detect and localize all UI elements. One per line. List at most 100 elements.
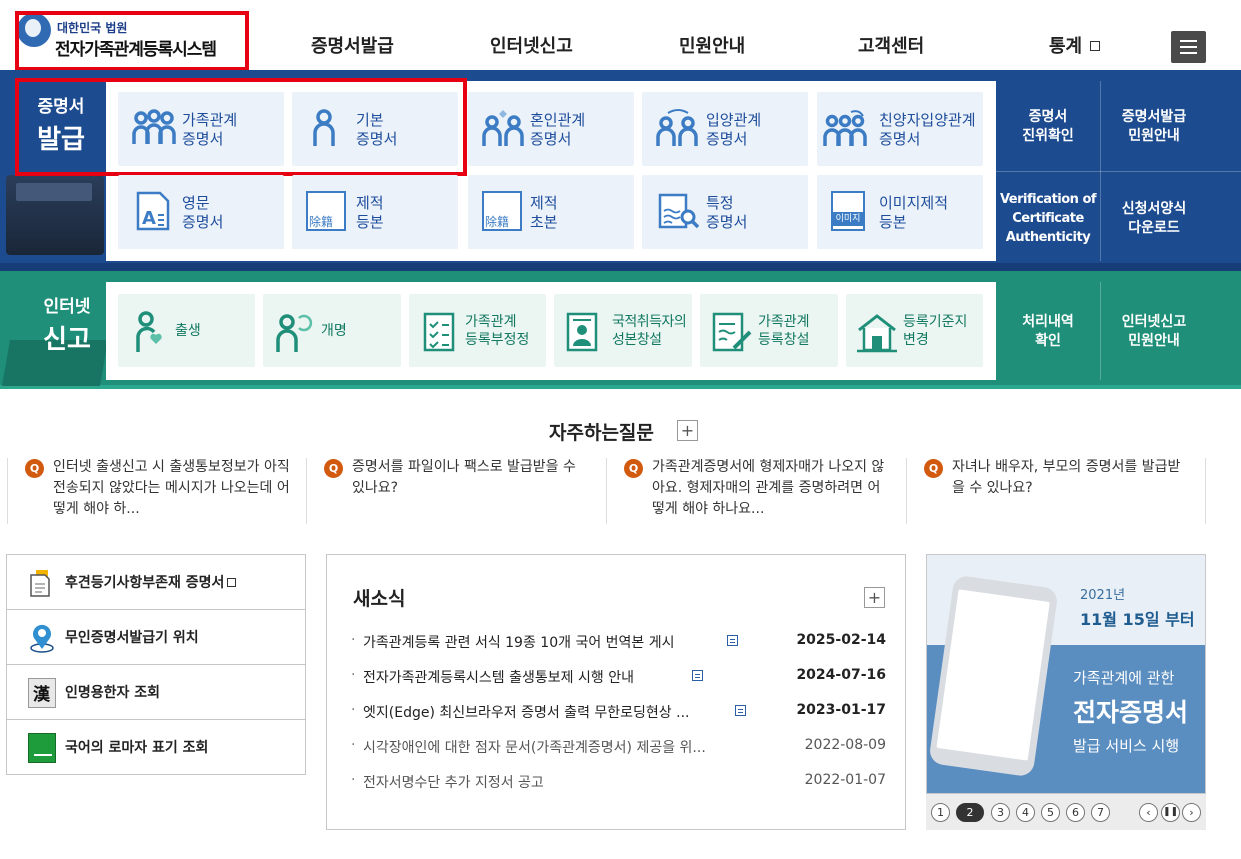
card-adoption-certificate[interactable]: 입양관계 증명서	[642, 92, 808, 166]
link-line1: 증명서발급	[1121, 109, 1187, 125]
banner-next-button[interactable]: ›	[1182, 803, 1201, 822]
banner-page-2[interactable]: 2	[956, 803, 984, 822]
issue-civil-guide-link[interactable]: 증명서발급 민원안내	[1101, 108, 1207, 146]
attachment-icon	[735, 705, 746, 716]
verification-english-link[interactable]: Verification of Certificate Authenticity	[996, 190, 1100, 247]
quick-link-kiosk-location[interactable]: 무인증명서발급기 위치	[7, 610, 305, 665]
card-birth-report[interactable]: 출생	[118, 294, 255, 367]
card-label-line1: 국적취득자의	[612, 314, 687, 330]
quick-link-text: 후견등기사항부존재 증명서	[65, 575, 225, 591]
banner-date: 11월 15일 부터	[1080, 610, 1195, 629]
register-badge: 除籍	[485, 215, 510, 229]
banner-page-1[interactable]: 1	[931, 803, 950, 822]
e-certificate-banner[interactable]: 2021년 11월 15일 부터 가족관계에 관한 전자증명서 발급 서비스 시…	[926, 554, 1206, 794]
banner-page-6[interactable]: 6	[1066, 803, 1085, 822]
banner-pause-button[interactable]: ❚❚	[1161, 803, 1180, 822]
news-item[interactable]: · 시각장애인에 대한 점자 문서(가족관계증명서) 제공을 위... 2022…	[351, 737, 886, 759]
news-more-button[interactable]: +	[864, 587, 885, 608]
form-download-link[interactable]: 신청서양식 다운로드	[1101, 200, 1207, 238]
banner-page-7[interactable]: 7	[1091, 803, 1110, 822]
process-history-link[interactable]: 처리내역 확인	[996, 313, 1100, 351]
card-registry-base-change[interactable]: 등록기준지 변경	[846, 294, 983, 367]
news-item[interactable]: · 가족관계등록 관련 서식 19종 10개 국어 번역본 게시 2025-02…	[351, 632, 886, 654]
link-line2: 확인	[1035, 333, 1061, 349]
card-label-line2: 등록부정정	[465, 332, 530, 348]
card-english-certificate[interactable]: A 영문 증명서	[118, 175, 284, 249]
card-label-line2: 등본	[356, 213, 384, 231]
faq-question: 인터넷 출생신고 시 출생통보정보가 아직 전송되지 않았다는 메시지가 나오는…	[53, 459, 290, 517]
quick-link-label: 무인증명서발급기 위치	[65, 630, 199, 646]
faq-item[interactable]: Q 인터넷 출생신고 시 출생통보정보가 아직 전송되지 않았다는 메시지가 나…	[7, 456, 307, 524]
banner-page-5[interactable]: 5	[1041, 803, 1060, 822]
card-image-register-copy[interactable]: 이미지 이미지제적 등본	[817, 175, 983, 249]
card-label-line1: 입양관계	[706, 111, 762, 129]
card-name-change-report[interactable]: 개명	[263, 294, 401, 367]
id-card-icon	[566, 312, 598, 352]
news-item[interactable]: · 엣지(Edge) 최신브라우저 증명서 출력 무한로딩현상 ... 2023…	[351, 702, 886, 724]
internet-report-title: 인터넷 신고	[43, 297, 91, 355]
nav-civil-guide[interactable]: 민원안내	[679, 32, 745, 58]
nav-internet-report[interactable]: 인터넷신고	[490, 32, 573, 58]
couple-heart-icon	[482, 110, 524, 146]
news-item[interactable]: · 전자가족관계등록시스템 출생통보제 시행 안내 2024-07-16	[351, 667, 886, 689]
quick-link-label: 인명용한자 조회	[65, 685, 161, 701]
faq-item[interactable]: Q 가족관계증명서에 형제자매가 나오지 않아요. 형제자매의 관계를 증명하려…	[606, 456, 906, 524]
card-label-line2: 초본	[530, 213, 558, 231]
attachment-icon	[692, 670, 703, 681]
bullet: ·	[351, 737, 356, 753]
house-icon	[857, 314, 897, 353]
news-box: 새소식 + · 가족관계등록 관련 서식 19종 10개 국어 번역본 게시 2…	[326, 554, 906, 830]
banner-line3: 발급 서비스 시행	[1073, 737, 1180, 755]
nav-customer-center[interactable]: 고객센터	[858, 32, 924, 58]
nav-statistics-label: 통계	[1049, 36, 1083, 57]
site-header: 대한민국 법원 전자가족관계등록시스템 증명서발급 인터넷신고 민원안내 고객센…	[0, 0, 1241, 71]
card-specific-certificate[interactable]: 특정 증명서	[642, 175, 808, 249]
quick-links-box: 후견등기사항부존재 증명서 무인증명서발급기 위치 漢 인명용한자 조회 국어의…	[6, 554, 306, 775]
report-civil-guide-link[interactable]: 인터넷신고 민원안내	[1101, 313, 1207, 351]
card-register-correction[interactable]: 가족관계등록부정정	[409, 294, 546, 367]
card-label-line2: 증명서	[706, 213, 748, 231]
checklist-icon	[423, 312, 455, 352]
search-document-icon	[658, 193, 700, 229]
card-naturalized-surname-creation[interactable]: 국적취득자의 성본창설	[554, 294, 692, 367]
link-line1: 신청서양식	[1121, 201, 1187, 217]
faq-item[interactable]: Q 증명서를 파일이나 팩스로 발급받을 수 있나요?	[306, 456, 606, 524]
link-line2: 진위확인	[1022, 128, 1074, 144]
card-label-line1: 특정	[706, 194, 734, 212]
faq-item[interactable]: Q 자녀나 배우자, 부모의 증명서를 발급받을 수 있나요?	[906, 456, 1206, 524]
card-removed-register-extract[interactable]: 除籍 제적 초본	[468, 175, 634, 249]
news-item-date: 2022-08-09	[804, 737, 886, 753]
question-icon: Q	[324, 459, 343, 478]
card-label-line1: 가족관계	[465, 314, 517, 330]
card-full-adoption-certificate[interactable]: 친양자입양관계 증명서	[817, 92, 983, 166]
faq-divider	[1205, 458, 1206, 524]
banner-page-3[interactable]: 3	[991, 803, 1010, 822]
link-line1: 증명서	[1028, 109, 1068, 125]
card-label-line2: 증명서	[530, 130, 572, 148]
faq-divider	[7, 458, 8, 524]
quick-link-guardianship[interactable]: 후견등기사항부존재 증명서	[7, 555, 305, 610]
card-register-creation[interactable]: 가족관계등록창설	[700, 294, 838, 367]
register-badge: 除籍	[309, 215, 334, 229]
banner-prev-button[interactable]: ‹	[1139, 803, 1158, 822]
card-marriage-certificate[interactable]: 혼인관계 증명서	[468, 92, 634, 166]
bullet: ·	[351, 632, 356, 648]
nav-statistics[interactable]: 통계	[1049, 32, 1101, 58]
nav-certificate-issue[interactable]: 증명서발급	[311, 32, 394, 58]
banner-pager: 1 2 3 4 5 6 7 ‹ ❚❚ ›	[926, 794, 1206, 830]
quick-link-romanization[interactable]: 국어의 로마자 표기 조회	[7, 720, 305, 775]
question-icon: Q	[25, 459, 44, 478]
mother-baby-icon	[136, 311, 162, 352]
card-label-line1: 가족관계	[758, 314, 810, 330]
bullet: ·	[351, 702, 356, 718]
hamburger-menu-button[interactable]	[1171, 31, 1206, 63]
faq-more-button[interactable]: +	[677, 420, 698, 441]
verify-certificate-link[interactable]: 증명서진위확인	[996, 108, 1100, 146]
quick-link-name-hanja[interactable]: 漢 인명용한자 조회	[7, 665, 305, 720]
card-label-line1: 제적	[356, 194, 384, 212]
card-label-line2: 등록창설	[758, 332, 810, 348]
news-item[interactable]: · 전자서명수단 추가 지정서 공고 2022-01-07	[351, 772, 886, 794]
image-register-icon: 이미지	[831, 191, 865, 231]
card-removed-register-copy[interactable]: 除籍 제적 등본	[292, 175, 458, 249]
banner-page-4[interactable]: 4	[1016, 803, 1035, 822]
